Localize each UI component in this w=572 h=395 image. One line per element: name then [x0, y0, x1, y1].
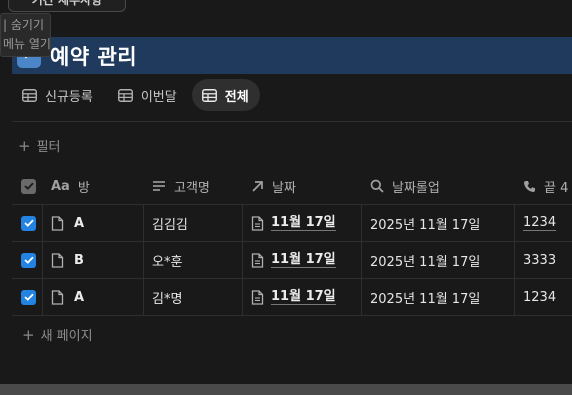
row-checkbox[interactable]	[21, 252, 36, 268]
checkmark-icon	[23, 182, 34, 190]
phone-value: 1234	[523, 215, 557, 231]
customer-value: 김김김	[152, 217, 188, 233]
view-tabs: 신규등록 이번달 전체	[12, 79, 260, 111]
date-cell[interactable]: 11월 17일	[243, 205, 362, 241]
date-value: 11월 17일	[271, 289, 336, 305]
date-cell[interactable]: 11월 17일	[243, 242, 362, 278]
phone-cell[interactable]: 3333	[515, 242, 572, 278]
tab-label: 신규등록	[45, 89, 93, 105]
row-checkbox[interactable]	[21, 289, 36, 305]
column-label: 날짜	[272, 180, 296, 196]
page-icon	[51, 289, 64, 305]
room-value: B	[74, 252, 84, 268]
table-header-row: Aa 방 고객명 날짜 날짜롤업 끝 4	[12, 168, 572, 205]
column-header-date-rollup[interactable]: 날짜롤업	[362, 168, 515, 204]
tab-all[interactable]: 전체	[191, 79, 260, 111]
customer-cell[interactable]: 오*훈	[144, 242, 243, 278]
horizontal-scrollbar[interactable]	[0, 384, 572, 395]
linked-page-icon	[251, 289, 264, 305]
phone-value: 3333	[523, 252, 557, 268]
table-icon	[117, 88, 133, 102]
column-header-date[interactable]: 날짜	[243, 168, 362, 204]
row-checkbox-cell[interactable]	[12, 205, 43, 241]
new-page-label: 새 페이지	[40, 329, 93, 344]
customer-value: 김*명	[152, 291, 183, 307]
linked-page-icon	[251, 252, 264, 268]
select-all-cell[interactable]	[12, 168, 43, 204]
room-value: A	[74, 289, 85, 305]
checkmark-icon	[23, 256, 34, 264]
linked-page-icon	[251, 215, 264, 231]
row-checkbox[interactable]	[21, 215, 36, 231]
row-checkbox-cell[interactable]	[12, 279, 43, 315]
top-pill-label: 기간 세부사항	[31, 0, 103, 7]
plus-icon: +	[18, 136, 31, 155]
room-cell[interactable]: A	[43, 279, 144, 315]
filter-button[interactable]: + 필터	[18, 136, 61, 156]
search-icon	[370, 179, 384, 193]
date-value: 11월 17일	[271, 252, 336, 268]
rollup-cell[interactable]: 2025년 11월 17일	[362, 279, 515, 315]
row-checkbox-cell[interactable]	[12, 242, 43, 278]
tab-this-month[interactable]: 이번달	[108, 79, 188, 111]
title-property-icon: Aa	[51, 178, 70, 194]
room-cell[interactable]: B	[43, 242, 144, 278]
column-label: 방	[77, 180, 90, 196]
phone-icon	[523, 180, 536, 193]
top-pill-button[interactable]: 기간 세부사항	[8, 0, 126, 12]
table-row[interactable]: B 오*훈 11월 17일 2025년 11월 17일 3333	[12, 242, 572, 279]
rollup-value: 2025년 11월 17일	[370, 291, 481, 307]
room-value: A	[74, 215, 85, 231]
column-header-room[interactable]: Aa 방	[43, 168, 144, 204]
new-page-button[interactable]: + 새 페이지	[22, 325, 93, 345]
tooltip-line-hide: | 숨기기	[3, 18, 44, 32]
sidebar-tooltip: | 숨기기 메뉴 열기	[0, 13, 51, 57]
arrow-up-right-icon	[251, 180, 264, 193]
filter-label: 필터	[36, 140, 61, 155]
column-header-phone[interactable]: 끝 4	[515, 168, 572, 204]
tab-label: 전체	[224, 89, 249, 105]
rollup-cell[interactable]: 2025년 11월 17일	[362, 205, 515, 241]
tab-label: 이번달	[140, 89, 177, 105]
divider	[12, 121, 572, 122]
table-icon	[22, 88, 37, 102]
phone-cell[interactable]: 1234	[515, 205, 572, 241]
rollup-value: 2025년 11월 17일	[370, 217, 481, 233]
page-icon	[51, 215, 64, 231]
rollup-value: 2025년 11월 17일	[370, 254, 481, 270]
checkmark-icon	[23, 293, 34, 301]
customer-value: 오*훈	[152, 254, 183, 270]
phone-cell[interactable]: 1234	[515, 279, 572, 315]
column-label: 날짜롤업	[392, 180, 440, 196]
table-row[interactable]: A 김김김 11월 17일 2025년 11월 17일 1234	[12, 205, 572, 242]
checkmark-icon	[23, 219, 34, 227]
date-value: 11월 17일	[271, 215, 336, 231]
table-icon	[201, 88, 217, 102]
tooltip-line-open-menu: 메뉴 열기	[3, 37, 51, 51]
tab-new-registration[interactable]: 신규등록	[12, 79, 104, 111]
customer-cell[interactable]: 김*명	[144, 279, 243, 315]
column-label: 고객명	[174, 180, 210, 196]
database-header: ↩ 예약 관리	[12, 37, 572, 74]
plus-icon: +	[22, 325, 35, 344]
customer-cell[interactable]: 김김김	[144, 205, 243, 241]
text-lines-icon	[152, 180, 166, 192]
phone-value: 1234	[523, 289, 557, 305]
column-label: 끝 4	[544, 180, 569, 196]
page-icon	[51, 252, 64, 268]
rollup-cell[interactable]: 2025년 11월 17일	[362, 242, 515, 278]
page-title[interactable]: 예약 관리	[50, 41, 137, 71]
table-row[interactable]: A 김*명 11월 17일 2025년 11월 17일 1234	[12, 279, 572, 316]
column-header-customer[interactable]: 고객명	[144, 168, 243, 204]
date-cell[interactable]: 11월 17일	[243, 279, 362, 315]
database-table: Aa 방 고객명 날짜 날짜롤업 끝 4 A 김김김 11월 17일 2025년…	[12, 168, 572, 316]
select-all-checkbox[interactable]	[21, 178, 36, 194]
room-cell[interactable]: A	[43, 205, 144, 241]
